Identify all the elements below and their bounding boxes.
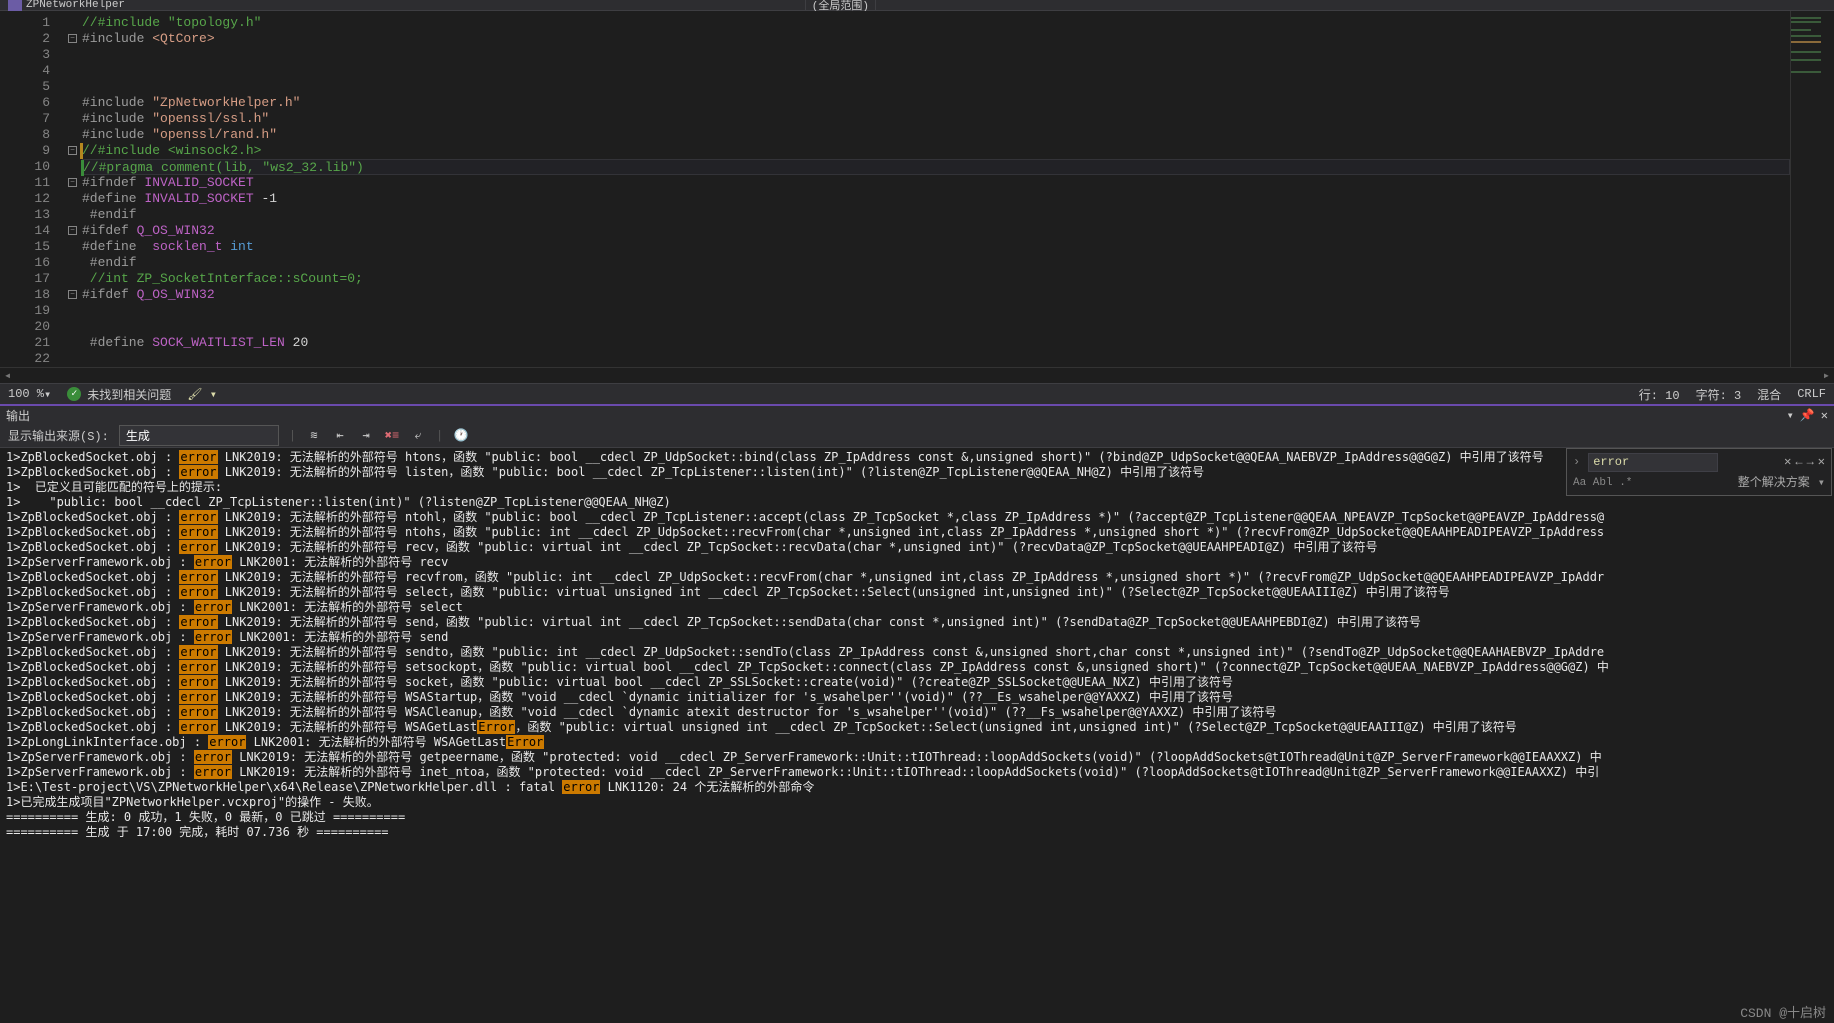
find-next-icon[interactable]: → [1807, 455, 1814, 470]
find-options[interactable]: Aa Abl .* [1573, 476, 1632, 491]
issues-status[interactable]: ✓ 未找到相关问题 [67, 386, 171, 403]
timestamp-icon[interactable]: 🕐 [453, 428, 469, 444]
output-source-combo[interactable]: 生成 [119, 425, 279, 446]
find-close-icon[interactable]: ✕ [1784, 455, 1791, 470]
find-close2-icon[interactable]: ✕ [1818, 455, 1825, 470]
minimap[interactable] [1790, 11, 1834, 367]
fold-toggle[interactable]: − [68, 34, 77, 43]
brush-icon[interactable]: 🖌 ▾ [187, 387, 217, 402]
chevron-right-icon[interactable]: › [1573, 455, 1580, 470]
output-text[interactable]: › error ✕ ← → ✕ Aa Abl .* 整个解决方案 ▾ 1>ZpB… [0, 448, 1834, 1023]
find-scope[interactable]: 整个解决方案 [1738, 476, 1810, 491]
fold-toggle[interactable]: − [68, 226, 77, 235]
line-ending[interactable]: CRLF [1797, 386, 1826, 403]
output-panel-title: 输出 [6, 407, 30, 424]
clear-icon[interactable]: ✖≡ [384, 428, 400, 444]
editor-status-bar: 100 % ▾ ✓ 未找到相关问题 🖌 ▾ 行: 10 字符: 3 混合 CRL… [0, 383, 1834, 404]
scroll-right-icon[interactable]: ▸ [1823, 368, 1830, 383]
output-source-label: 显示输出来源(S): [8, 427, 109, 444]
scroll-left-icon[interactable]: ◂ [4, 368, 11, 383]
word-wrap-icon[interactable]: ⤶ [410, 428, 426, 444]
line-indicator[interactable]: 行: 10 [1639, 386, 1680, 403]
find-prev-icon[interactable]: ← [1795, 455, 1802, 470]
next-message-icon[interactable]: ⇥ [358, 428, 374, 444]
editor-horizontal-scroll[interactable]: ◂ ▸ [0, 367, 1834, 383]
file-title: ZPNetworkHelper [26, 0, 125, 11]
code-editor[interactable]: 12345678910111213141516171819202122 −−−−… [0, 11, 1834, 367]
char-indicator[interactable]: 字符: 3 [1696, 386, 1742, 403]
prev-message-icon[interactable]: ⇤ [332, 428, 348, 444]
editor-tab-bar: ZPNetworkHelper (全局范围) [0, 0, 1834, 11]
line-number-gutter: 12345678910111213141516171819202122 [0, 11, 68, 367]
goto-message-icon[interactable]: ≋ [306, 428, 322, 444]
output-panel-header: 输出 ▾ 📌 ✕ [0, 404, 1834, 424]
check-icon: ✓ [67, 387, 81, 401]
indent-mode[interactable]: 混合 [1757, 386, 1781, 403]
find-input[interactable]: error [1588, 453, 1718, 472]
code-content[interactable]: //#include "topology.h"#include <QtCore>… [82, 11, 1790, 367]
pin-icon[interactable]: 📌 [1800, 408, 1815, 423]
fold-toggle[interactable]: − [68, 290, 77, 299]
close-icon[interactable]: ✕ [1821, 408, 1828, 423]
fold-toggle[interactable]: − [68, 146, 77, 155]
fold-toggle[interactable]: − [68, 178, 77, 187]
chevron-down-icon[interactable]: ▾ [1818, 476, 1825, 491]
output-toolbar: 显示输出来源(S): 生成 | ≋ ⇤ ⇥ ✖≡ ⤶ | 🕐 [0, 424, 1834, 448]
dropdown-icon[interactable]: ▾ [1787, 408, 1794, 423]
watermark: CSDN @十启树 [1740, 1002, 1826, 1021]
find-popup: › error ✕ ← → ✕ Aa Abl .* 整个解决方案 ▾ [1566, 448, 1832, 496]
zoom-combo[interactable]: 100 % ▾ [8, 387, 51, 402]
fold-column[interactable]: − − − − − [68, 11, 82, 367]
